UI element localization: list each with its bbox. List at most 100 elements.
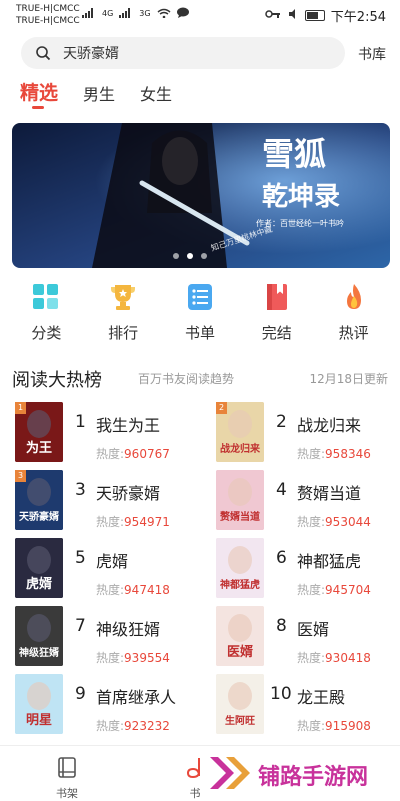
rank-number: 7 [75, 616, 86, 636]
book-heat: 热度:930418 [297, 651, 371, 665]
book-cover[interactable]: 虎婿 [15, 538, 63, 598]
rank-number: 9 [75, 684, 86, 704]
rank-number: 2 [276, 412, 287, 432]
carrier-info: TRUE-H|CMCC TRUE-H|CMCC [16, 3, 80, 27]
book-icon [260, 280, 294, 314]
rank-item[interactable]: 明星 9 首席继承人热度:923232 [15, 674, 205, 736]
watermark: 铺路手游网 [208, 752, 398, 798]
rank-number: 3 [75, 480, 86, 500]
rank-badge: 2 [216, 402, 227, 414]
rank-badge: 3 [15, 470, 26, 482]
rank-number: 1 [75, 412, 86, 432]
svg-text:天骄豪婿: 天骄豪婿 [19, 510, 60, 523]
book-heat: 热度:923232 [96, 719, 170, 733]
book-heat: 热度:953044 [297, 515, 371, 529]
banner-title-line2: 乾坤录 [262, 182, 340, 212]
library-link[interactable]: 书库 [358, 44, 386, 64]
book-heat: 热度:954971 [96, 515, 170, 529]
bookshelf-icon [56, 756, 78, 782]
book-cover[interactable]: 医婿 [216, 606, 264, 666]
shortcut-label: 完结 [261, 324, 292, 342]
svg-text:医婿: 医婿 [227, 644, 254, 660]
net-type-2: 3G [139, 9, 151, 18]
svg-text:战龙归来: 战龙归来 [220, 442, 261, 455]
book-title[interactable]: 神都猛虎 [297, 548, 361, 572]
book-cover[interactable]: 赘婿当道 [216, 470, 264, 530]
book-title[interactable]: 神级狂婿 [96, 616, 160, 640]
signal-1-icon [82, 7, 96, 20]
shortcut-label: 分类 [31, 324, 62, 342]
tab-featured[interactable]: 精选 [20, 78, 58, 109]
book-cover[interactable]: 明星 [15, 674, 63, 734]
shortcut-completed[interactable]: 完结 [247, 280, 307, 350]
tab-female[interactable]: 女生 [140, 81, 172, 105]
watermark-logo-icon [208, 753, 252, 797]
svg-text:明星: 明星 [26, 713, 52, 728]
svg-text:神都猛虎: 神都猛虎 [220, 578, 260, 591]
book-title[interactable]: 赘婿当道 [297, 480, 361, 504]
shortcut-label: 热评 [338, 324, 369, 342]
search-icon [35, 45, 51, 61]
rank-item[interactable]: 赘婿当道 4 赘婿当道热度:953044 [216, 470, 400, 532]
rank-item[interactable]: 虎婿 5 虎婿 热度:947418 [15, 538, 205, 600]
rank-item[interactable]: 医婿 8 医婿 热度:930418 [216, 606, 400, 668]
book-title[interactable]: 首席继承人 [96, 684, 176, 708]
book-cover[interactable]: 生阿旺 [216, 674, 264, 734]
book-heat: 热度:947418 [96, 583, 170, 597]
rank-item[interactable]: 天骄豪婿 3 3 天骄豪婿 热度:954971 [15, 470, 205, 532]
section-subtitle: 百万书友阅读趋势 [138, 372, 235, 386]
book-title[interactable]: 医婿 [297, 616, 329, 640]
category-shortcuts: 分类 排行 书单 完结 热评 [0, 280, 400, 350]
book-title[interactable]: 龙王殿 [297, 684, 345, 708]
rank-number: 6 [276, 548, 287, 568]
book-heat: 热度:945704 [297, 583, 371, 597]
clock: 下午2:54 [330, 10, 386, 25]
rank-item[interactable]: 神都猛虎 6 神都猛虎 热度:945704 [216, 538, 400, 600]
section-title: 阅读大热榜 [12, 370, 102, 391]
carrier-2: TRUE-H|CMCC [16, 16, 80, 26]
flame-icon [337, 280, 371, 314]
book-heat: 热度:915908 [297, 719, 371, 733]
book-heat: 热度:960767 [96, 447, 170, 461]
book-heat: 热度:939554 [96, 651, 170, 665]
svg-text:生阿旺: 生阿旺 [225, 714, 255, 727]
key-icon [265, 8, 281, 23]
svg-text:为王: 为王 [26, 440, 52, 456]
book-cover[interactable]: 神级狂婿 [15, 606, 63, 666]
tab-male[interactable]: 男生 [83, 81, 115, 105]
rank-number: 10 [270, 684, 292, 704]
book-title[interactable]: 天骄豪婿 [96, 480, 160, 504]
book-title[interactable]: 我生为王 [96, 412, 160, 436]
nav-label: 书 [189, 787, 201, 800]
nav-bookshelf[interactable]: 书架 [42, 756, 92, 801]
search-input[interactable]: 天骄豪婿 [63, 43, 119, 63]
list-icon [183, 280, 217, 314]
shortcut-category[interactable]: 分类 [16, 280, 76, 350]
trophy-icon [106, 280, 140, 314]
rank-item[interactable]: 战龙归来 2 2 战龙归来 热度:958346 [216, 402, 400, 464]
book-title[interactable]: 虎婿 [96, 548, 128, 572]
rank-item[interactable]: 神级狂婿 7 神级狂婿热度:939554 [15, 606, 205, 668]
book-heat: 热度:958346 [297, 447, 371, 461]
status-right: 下午2:54 [265, 6, 386, 25]
shortcut-label: 排行 [108, 324, 139, 342]
rank-number: 4 [276, 480, 287, 500]
svg-text:虎婿: 虎婿 [26, 576, 53, 592]
search-bar[interactable]: 天骄豪婿 [21, 37, 345, 69]
book-title[interactable]: 战龙归来 [297, 412, 361, 436]
rank-number: 5 [75, 548, 86, 568]
shortcut-label: 书单 [184, 324, 215, 342]
shortcut-hot-reviews[interactable]: 热评 [324, 280, 384, 350]
promo-banner[interactable]: 雪狐 乾坤录 作者：百世经纶一叶书吟 知己万里桃林中藏 [12, 123, 390, 268]
wifi-icon [157, 8, 171, 20]
signal-2-icon [119, 7, 133, 20]
rank-item[interactable]: 生阿旺 10 龙王殿热度:915908 [216, 674, 400, 736]
shortcut-booklist[interactable]: 书单 [170, 280, 230, 350]
carrier-1: TRUE-H|CMCC [16, 4, 80, 14]
book-cover[interactable]: 神都猛虎 [216, 538, 264, 598]
rank-item[interactable]: 为王 1 1 我生为王 热度:960767 [15, 402, 205, 464]
nav-label: 书架 [56, 787, 78, 800]
shortcut-ranking[interactable]: 排行 [93, 280, 153, 350]
mute-icon [287, 8, 299, 24]
rank-number: 8 [276, 616, 287, 636]
